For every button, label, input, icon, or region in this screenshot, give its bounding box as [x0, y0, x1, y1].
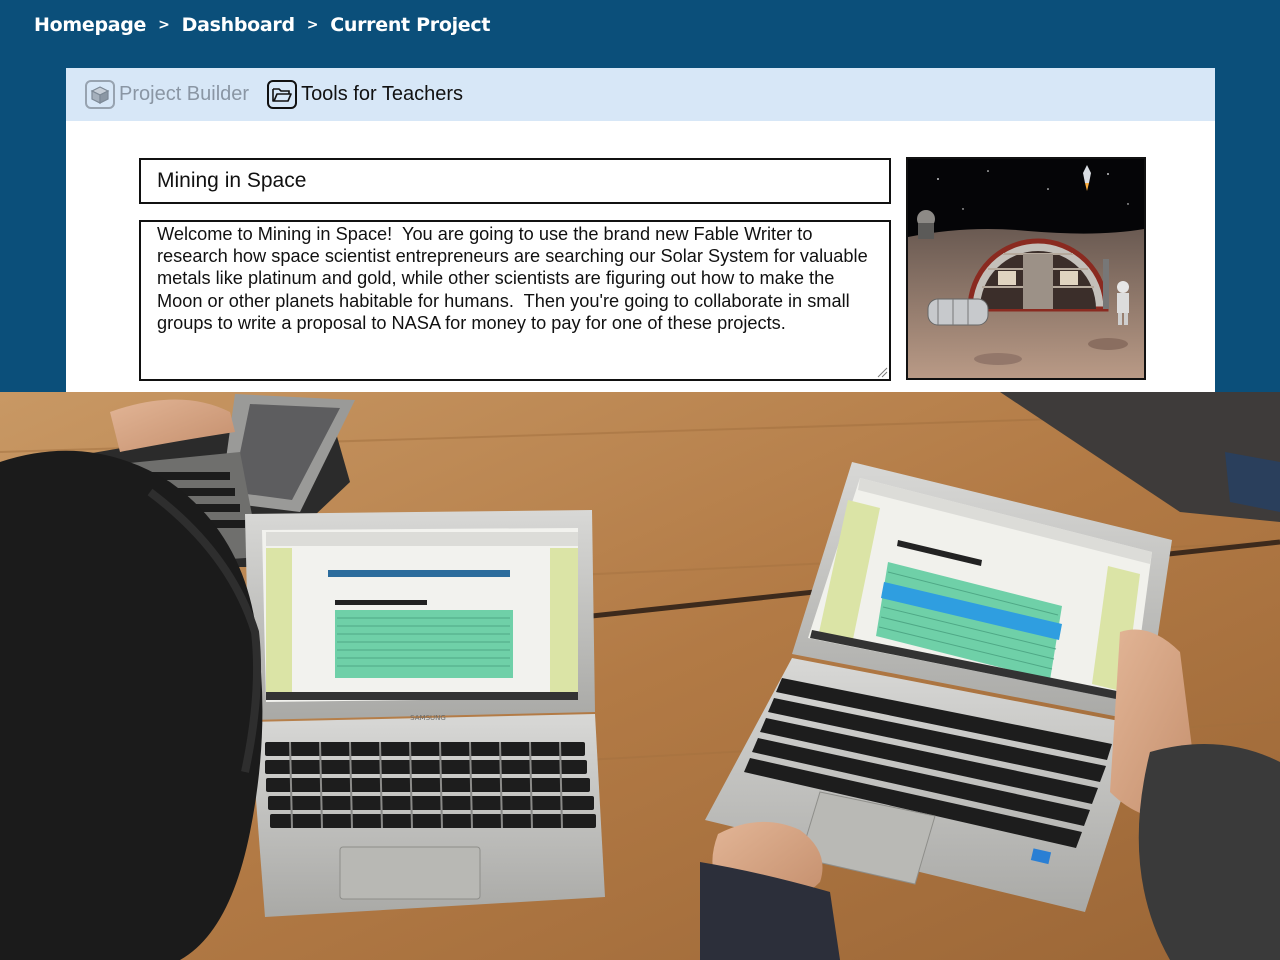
folder-icon	[267, 80, 298, 109]
breadcrumb: Homepage > Dashboard > Current Project	[34, 10, 490, 40]
moon-base-illustration	[906, 157, 1146, 380]
resize-grip-icon[interactable]	[876, 366, 888, 378]
breadcrumb-dashboard[interactable]: Dashboard	[182, 14, 295, 36]
project-title-input[interactable]	[139, 158, 891, 204]
project-panel: Project Builder Tools for Teachers Welco…	[66, 68, 1215, 392]
breadcrumb-separator: >	[306, 17, 319, 33]
tab-project-builder[interactable]: Project Builder	[85, 80, 249, 109]
tab-tools-for-teachers-label: Tools for Teachers	[301, 83, 463, 105]
tab-tools-for-teachers[interactable]: Tools for Teachers	[267, 80, 463, 109]
classroom-photo: SAMSUNG SAMSUNG	[0, 392, 1280, 960]
tab-project-builder-label: Project Builder	[119, 83, 250, 105]
breadcrumb-current-project[interactable]: Current Project	[330, 14, 490, 36]
breadcrumb-separator: >	[158, 17, 170, 33]
breadcrumb-homepage[interactable]: Homepage	[34, 14, 146, 36]
project-page-screenshot: Homepage > Dashboard > Current Project P…	[0, 0, 1280, 392]
project-description-textarea[interactable]: Welcome to Mining in Space! You are goin…	[139, 220, 891, 381]
tab-bar: Project Builder Tools for Teachers	[66, 68, 1215, 121]
laptop-brand-label: SAMSUNG	[410, 714, 446, 722]
cube-icon	[85, 80, 115, 109]
